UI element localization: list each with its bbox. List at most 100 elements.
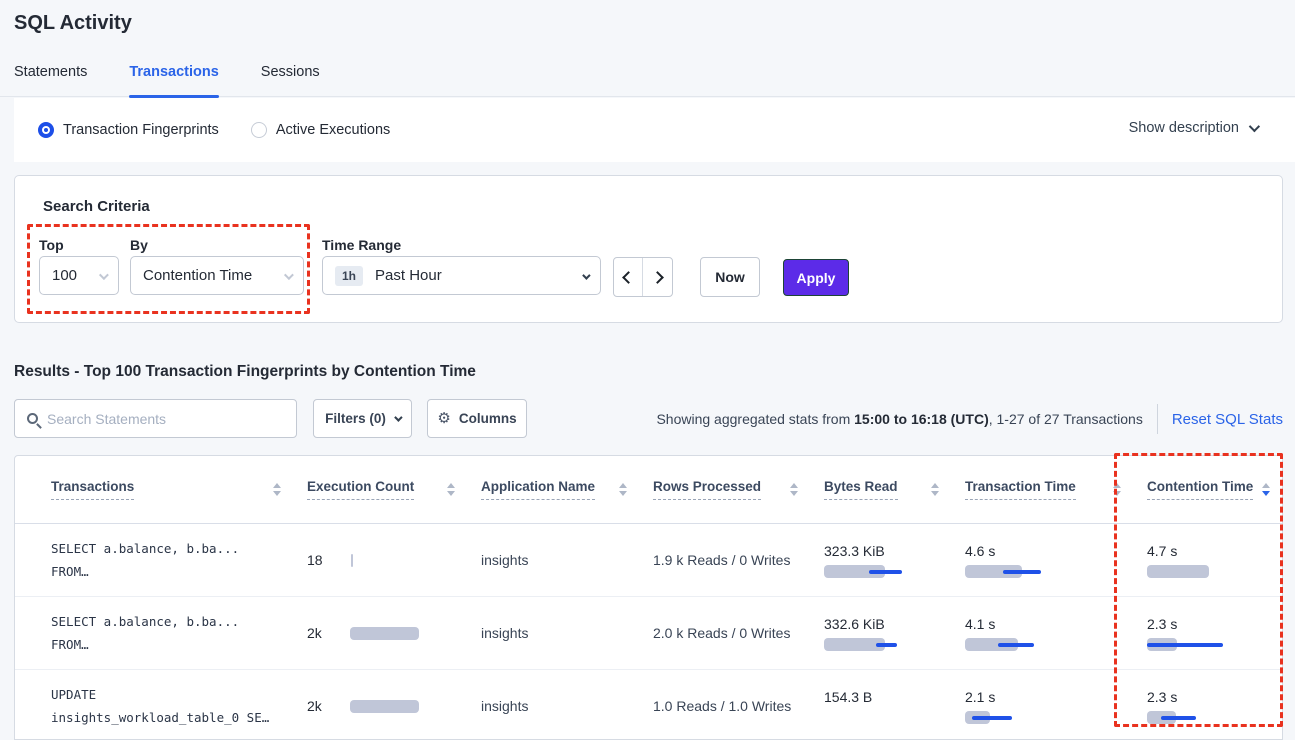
transaction-time-bar-chart xyxy=(965,565,1095,578)
tab-statements[interactable]: Statements xyxy=(14,58,87,97)
search-statements-input[interactable] xyxy=(47,411,284,427)
transaction-time-bar-chart xyxy=(965,711,1095,724)
search-icon xyxy=(27,413,38,424)
show-description-toggle[interactable]: Show description xyxy=(1129,120,1257,136)
column-header-application-name[interactable]: Application Name xyxy=(481,479,653,500)
by-select-value: Contention Time xyxy=(143,267,252,284)
time-range-select[interactable]: 1h Past Hour xyxy=(322,256,601,295)
bytes-read-bar-chart xyxy=(824,711,954,724)
transaction-time-cell: 2.1 s xyxy=(965,689,1147,724)
transactions-table: Transactions Execution Count Application… xyxy=(14,455,1283,740)
contention-time-cell: 4.7 s xyxy=(1147,543,1282,578)
sort-icon xyxy=(931,483,939,496)
table-row: SELECT a.balance, b.ba... FROM… 2k insig… xyxy=(15,597,1282,670)
top-select-value: 100 xyxy=(52,267,77,284)
now-button[interactable]: Now xyxy=(700,257,760,297)
search-criteria-panel: Search Criteria Top 100 By Contention Ti… xyxy=(14,175,1283,323)
top-label: Top xyxy=(39,237,64,253)
stats-text: Showing aggregated stats from 15:00 to 1… xyxy=(656,411,1142,427)
column-header-contention-time[interactable]: Contention Time xyxy=(1147,479,1282,500)
transaction-fingerprint-link[interactable]: SELECT a.balance, b.ba... FROM… xyxy=(51,537,307,583)
prev-time-button[interactable] xyxy=(614,258,643,296)
by-select[interactable]: Contention Time xyxy=(130,256,304,295)
by-label: By xyxy=(130,237,148,253)
tab-sessions[interactable]: Sessions xyxy=(261,58,320,97)
radio-active-executions[interactable]: Active Executions xyxy=(251,122,390,138)
chevron-left-icon xyxy=(622,271,635,284)
transaction-time-cell: 4.1 s xyxy=(965,616,1147,651)
table-row: UPDATE insights_workload_table_0 SE… 2k … xyxy=(15,670,1282,740)
top-select[interactable]: 100 xyxy=(39,256,119,295)
application-name-cell: insights xyxy=(481,625,653,641)
radio-selected-icon xyxy=(38,122,54,138)
contention-time-bar-chart xyxy=(1147,565,1277,578)
gear-icon: ⚙ xyxy=(437,411,450,426)
time-range-value: Past Hour xyxy=(375,267,442,284)
page-title: SQL Activity xyxy=(14,12,132,35)
column-header-bytes-read[interactable]: Bytes Read xyxy=(824,479,965,500)
transaction-fingerprint-link[interactable]: SELECT a.balance, b.ba... FROM… xyxy=(51,610,307,656)
tab-bar: Statements Transactions Sessions xyxy=(0,58,1295,97)
results-heading: Results - Top 100 Transaction Fingerprin… xyxy=(14,363,476,381)
transaction-time-cell: 4.6 s xyxy=(965,543,1147,578)
radio-unselected-icon xyxy=(251,122,267,138)
search-statements-box xyxy=(14,399,297,438)
show-description-label: Show description xyxy=(1129,120,1239,136)
bytes-read-cell: 323.3 KiB xyxy=(824,543,965,578)
bytes-read-bar-chart xyxy=(824,638,954,651)
execution-count-cell: 2k xyxy=(307,625,481,641)
search-criteria-heading: Search Criteria xyxy=(43,198,150,215)
chevron-down-icon xyxy=(394,413,402,421)
execution-count-cell: 18 xyxy=(307,552,481,568)
transaction-fingerprint-link[interactable]: UPDATE insights_workload_table_0 SE… xyxy=(51,683,307,729)
divider xyxy=(1157,404,1158,434)
aggregated-stats: Showing aggregated stats from 15:00 to 1… xyxy=(656,402,1283,436)
table-row: SELECT a.balance, b.ba... FROM… 18 insig… xyxy=(15,524,1282,597)
contention-time-cell: 2.3 s xyxy=(1147,616,1282,651)
bytes-read-bar-chart xyxy=(824,565,954,578)
reset-sql-stats-link[interactable]: Reset SQL Stats xyxy=(1172,411,1283,428)
execution-count-bar xyxy=(351,554,353,567)
contention-time-bar-chart xyxy=(1147,711,1277,724)
column-header-rows-processed[interactable]: Rows Processed xyxy=(653,479,824,500)
chevron-down-icon xyxy=(284,267,291,284)
chevron-down-icon xyxy=(582,267,588,284)
execution-count-cell: 2k xyxy=(307,698,481,714)
table-header-row: Transactions Execution Count Application… xyxy=(15,456,1282,524)
time-range-nav xyxy=(613,257,673,297)
results-toolbar: Filters (0) ⚙ Columns Showing aggregated… xyxy=(0,399,1295,439)
filters-label: Filters (0) xyxy=(325,411,386,426)
column-header-transactions[interactable]: Transactions xyxy=(51,479,307,500)
chevron-down-icon xyxy=(1249,121,1260,132)
next-time-button[interactable] xyxy=(643,258,672,296)
execution-count-bar xyxy=(350,700,419,713)
rows-processed-cell: 1.0 Reads / 1.0 Writes xyxy=(653,698,824,714)
sort-icon xyxy=(790,483,798,496)
chevron-right-icon xyxy=(651,271,664,284)
sort-icon xyxy=(273,483,281,496)
execution-count-bar xyxy=(350,627,419,640)
radio-label: Active Executions xyxy=(276,122,390,138)
stats-time-range: 15:00 to 16:18 (UTC) xyxy=(854,411,989,427)
apply-button[interactable]: Apply xyxy=(783,259,849,296)
contention-time-bar-chart xyxy=(1147,638,1277,651)
columns-button[interactable]: ⚙ Columns xyxy=(427,399,527,438)
view-toggle-bar: Transaction Fingerprints Active Executio… xyxy=(14,98,1295,162)
bytes-read-cell: 332.6 KiB xyxy=(824,616,965,651)
time-range-badge: 1h xyxy=(335,266,363,286)
application-name-cell: insights xyxy=(481,552,653,568)
column-header-execution-count[interactable]: Execution Count xyxy=(307,479,481,500)
column-header-transaction-time[interactable]: Transaction Time xyxy=(965,479,1147,500)
tab-transactions[interactable]: Transactions xyxy=(129,58,218,97)
sort-icon xyxy=(619,483,627,496)
rows-processed-cell: 1.9 k Reads / 0 Writes xyxy=(653,552,824,568)
bytes-read-cell: 154.3 B xyxy=(824,689,965,724)
sort-icon xyxy=(1113,483,1121,496)
application-name-cell: insights xyxy=(481,698,653,714)
chevron-down-icon xyxy=(99,267,106,284)
transaction-time-bar-chart xyxy=(965,638,1095,651)
radio-transaction-fingerprints[interactable]: Transaction Fingerprints xyxy=(38,122,219,138)
rows-processed-cell: 2.0 k Reads / 0 Writes xyxy=(653,625,824,641)
time-range-label: Time Range xyxy=(322,237,401,253)
filters-button[interactable]: Filters (0) xyxy=(313,399,412,438)
